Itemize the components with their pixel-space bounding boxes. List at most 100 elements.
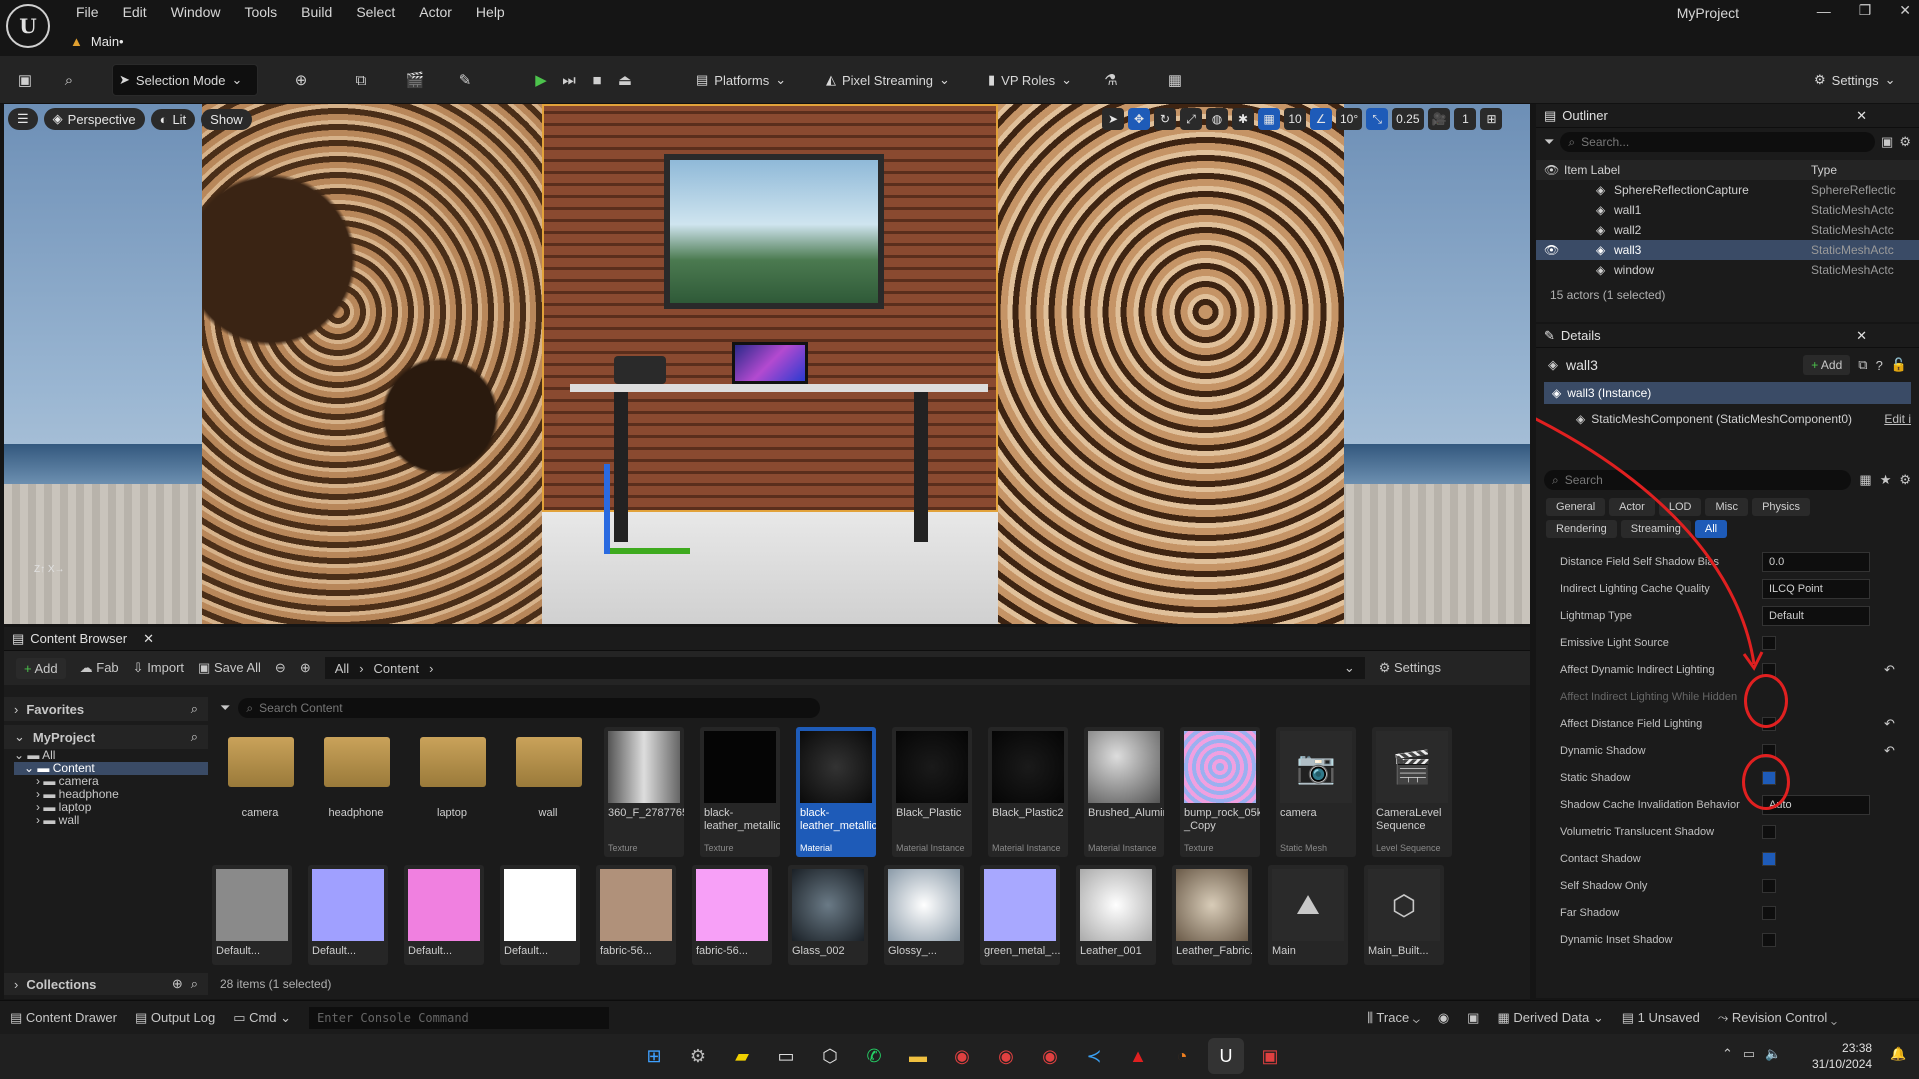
folder-tile[interactable]: wall (508, 727, 588, 857)
asset-tile[interactable]: Default... (404, 865, 484, 965)
stop-icon[interactable]: ■ (586, 69, 608, 91)
output-log-button[interactable]: ▤ Output Log (135, 1010, 215, 1026)
unreal-engine-taskbar-icon[interactable]: U (1208, 1038, 1244, 1074)
scale-icon[interactable]: ⤢ (1180, 108, 1202, 130)
asset-tile[interactable]: Black_Plastic2 Material Instance (988, 727, 1068, 857)
file-explorer-icon[interactable]: ▬ (900, 1038, 936, 1074)
asset-tile[interactable]: Glass_002 (788, 865, 868, 965)
level-viewport[interactable]: Z↑ X→ (4, 104, 1530, 624)
menu-file[interactable]: File (66, 3, 109, 21)
3d-viewer-icon[interactable]: ⬡ (812, 1038, 848, 1074)
chevron-down-icon[interactable]: ⌄ (1344, 660, 1355, 676)
search-icon[interactable]: ⌕ (191, 701, 198, 717)
cmd-dropdown[interactable]: ▭ Cmd ⌄ (233, 1010, 291, 1026)
add-collection-icon[interactable]: ⊕ (172, 976, 183, 992)
content-drawer-button[interactable]: ▤ Content Drawer (10, 1010, 117, 1026)
surface-snap-icon[interactable]: ✱ (1232, 108, 1254, 130)
scale-snap-value[interactable]: 0.25 (1392, 108, 1424, 130)
sticky-notes-icon[interactable]: ▰ (724, 1038, 760, 1074)
whatsapp-icon[interactable]: ✆ (856, 1038, 892, 1074)
camera-speed-value[interactable]: 1 (1454, 108, 1477, 130)
browse-icon[interactable]: ⌕ (58, 69, 80, 91)
asset-tile[interactable]: Black_Plastic Material Instance (892, 727, 972, 857)
favorites-header[interactable]: › Favorites ⌕ (4, 697, 208, 721)
windows-start-icon[interactable]: ⊞ (636, 1038, 672, 1074)
chrome-profile-icon[interactable]: ◉ (988, 1038, 1024, 1074)
laptop-mesh[interactable] (732, 342, 808, 384)
room-floor[interactable] (542, 512, 998, 624)
column-type[interactable]: Type (1811, 163, 1837, 177)
gizmo-z-axis[interactable] (604, 464, 610, 554)
terminal-icon[interactable]: ▭ (768, 1038, 804, 1074)
world-local-icon[interactable]: ◍ (1206, 108, 1228, 130)
revision-control-button[interactable]: ⤳ Revision Control ⌄ (1718, 1010, 1837, 1026)
window-mesh[interactable] (664, 154, 884, 309)
play-icon[interactable]: ▶ (530, 69, 552, 91)
asset-tile[interactable]: black-leather_metallic Texture (700, 727, 780, 857)
add-actor-icon[interactable]: ⊕ (290, 69, 312, 91)
close-icon[interactable]: ✕ (1856, 108, 1867, 124)
lit-button[interactable]: ◐ Lit (150, 108, 196, 130)
asset-tile[interactable]: Leather_Fabric... (1172, 865, 1252, 965)
asset-tile[interactable]: Default... (308, 865, 388, 965)
vscode-icon[interactable]: ≺ (1076, 1038, 1112, 1074)
outliner-row[interactable]: ◈ wall1 StaticMeshActc (1536, 200, 1919, 220)
volume-icon[interactable]: 🔈 (1765, 1046, 1781, 1062)
asset-tile-selected[interactable]: black-leather_metallic_Mat Material (796, 727, 876, 857)
visibility-icon[interactable]: 👁 (1544, 163, 1559, 177)
camera-speed-icon[interactable]: 🎥 (1427, 108, 1451, 130)
chrome-icon[interactable]: ◉ (944, 1038, 980, 1074)
toolbar-misc-icon[interactable]: ▦ (1164, 69, 1186, 91)
virtual-scouting-icon[interactable]: ⚗ (1100, 69, 1122, 91)
vp-roles-button[interactable]: ▮ VP Roles ⌄ (982, 64, 1078, 96)
asset-tile[interactable]: Brushed_Aluminum_2 Material Instance (1084, 727, 1164, 857)
wall-right[interactable] (998, 104, 1344, 624)
asset-tile[interactable]: Default... (212, 865, 292, 965)
crumb-content[interactable]: Content (374, 661, 420, 676)
rotation-snap-button[interactable]: ∠ (1310, 108, 1332, 130)
close-icon[interactable]: ✕ (1899, 2, 1911, 19)
pixel-streaming-button[interactable]: ◭ Pixel Streaming ⌄ (820, 64, 956, 96)
asset-tile[interactable]: ⬡ Main_Built... (1364, 865, 1444, 965)
selection-mode-button[interactable]: ➤ Selection Mode ⌄ (112, 64, 258, 96)
add-folder-icon[interactable]: ▣ (1881, 134, 1893, 150)
crumb-all[interactable]: All (335, 661, 349, 676)
asset-tile[interactable]: 🎬 CameraLevel Sequence Level Sequence (1372, 727, 1452, 857)
acrobat-icon[interactable]: ▲ (1120, 1038, 1156, 1074)
folder-tile[interactable]: laptop (412, 727, 492, 857)
visibility-icon[interactable]: 👁 (1544, 243, 1559, 257)
misc-app-icon[interactable]: ▣ (1252, 1038, 1288, 1074)
cb-settings-button[interactable]: ⚙ Settings (1379, 660, 1441, 676)
viewport-options-button[interactable]: ☰ (8, 108, 38, 130)
outliner-row-selected[interactable]: 👁 ◈ wall3 StaticMeshActc (1536, 240, 1919, 260)
eject-icon[interactable]: ⏏ (614, 69, 636, 91)
menu-edit[interactable]: Edit (113, 3, 157, 21)
level-tab[interactable]: ▲ Main• (70, 30, 124, 52)
select-tool-icon[interactable]: ➤ (1102, 108, 1124, 130)
menu-help[interactable]: Help (466, 3, 515, 21)
platforms-button[interactable]: ▤ Platforms ⌄ (690, 64, 792, 96)
grid-snap-button[interactable]: ▦ (1258, 108, 1280, 130)
cb-search-input[interactable]: ⌕ Search Content (238, 698, 820, 718)
blueprint-icon[interactable]: ⧉ (350, 69, 372, 91)
folder-tile[interactable]: camera (220, 727, 300, 857)
perspective-button[interactable]: ◈ Perspective (43, 108, 145, 130)
asset-tile[interactable]: Glossy_... (884, 865, 964, 965)
translate-icon[interactable]: ✥ (1128, 108, 1150, 130)
asset-tile[interactable]: 360_F_278776572_z... Texture (604, 727, 684, 857)
gear-icon[interactable]: ⚙ (1899, 134, 1911, 150)
scale-snap-button[interactable]: ⤡ (1366, 108, 1389, 130)
project-header[interactable]: ⌄ MyProject ⌕ (4, 725, 208, 749)
cinematics-icon[interactable]: 🎬 (404, 69, 426, 91)
asset-tile[interactable]: Leather_001 (1076, 865, 1156, 965)
forward-icon[interactable]: ⊕ (300, 660, 311, 676)
step-icon[interactable]: ⏭ (558, 69, 580, 91)
unreal-logo-icon[interactable]: U (6, 4, 50, 48)
notification-icon[interactable]: 🔔 (1890, 1046, 1906, 1062)
cb-fab-button[interactable]: ☁ Fab (80, 660, 119, 676)
asset-tile[interactable]: fabric-56... (596, 865, 676, 965)
clock[interactable]: 23:38 31/10/2024 (1812, 1040, 1872, 1072)
asset-tile[interactable]: ⛰ Main (1268, 865, 1348, 965)
menu-window[interactable]: Window (161, 3, 231, 21)
menu-tools[interactable]: Tools (234, 3, 287, 21)
